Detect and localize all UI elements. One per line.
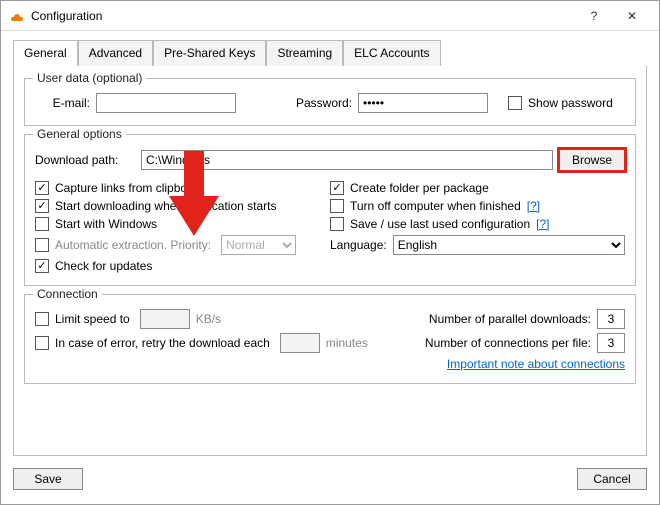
- parallel-downloads-field[interactable]: [597, 309, 625, 329]
- create-folder-label: Create folder per package: [350, 181, 489, 195]
- save-button[interactable]: Save: [13, 468, 83, 490]
- tab-preshared[interactable]: Pre-Shared Keys: [153, 40, 266, 66]
- turnoff-label: Turn off computer when finished: [350, 199, 521, 213]
- minutes-label: minutes: [326, 336, 368, 350]
- password-label: Password:: [296, 96, 352, 110]
- options-right-column: Create folder per package Turn off compu…: [330, 177, 625, 277]
- group-connection: Connection Limit speed to KB/s Number of…: [24, 294, 636, 384]
- start-windows-label: Start with Windows: [55, 217, 157, 231]
- retry-minutes-field: [280, 333, 320, 353]
- limit-speed-field: [140, 309, 190, 329]
- window-title: Configuration: [31, 9, 575, 23]
- titlebar: Configuration ? ✕: [1, 1, 659, 31]
- close-button[interactable]: ✕: [613, 2, 651, 30]
- perfile-label: Number of connections per file:: [425, 336, 591, 350]
- language-label: Language:: [330, 238, 387, 252]
- show-password-label: Show password: [528, 96, 613, 110]
- priority-select: Normal: [221, 235, 296, 255]
- check-updates-label: Check for updates: [55, 259, 152, 273]
- limit-speed-label: Limit speed to: [55, 312, 130, 326]
- email-label: E-mail:: [35, 96, 90, 110]
- password-field[interactable]: [358, 93, 488, 113]
- tab-elc[interactable]: ELC Accounts: [343, 40, 440, 66]
- turnoff-checkbox[interactable]: [330, 199, 344, 213]
- start-downloading-checkbox[interactable]: [35, 199, 49, 213]
- tab-general[interactable]: General: [13, 40, 78, 66]
- saveconfig-help-link[interactable]: [?]: [536, 217, 549, 231]
- retry-label: In case of error, retry the download eac…: [55, 336, 270, 350]
- app-icon: [9, 8, 25, 24]
- legend-general-options: General options: [33, 127, 126, 141]
- turnoff-help-link[interactable]: [?]: [527, 199, 540, 213]
- group-user-data: User data (optional) E-mail: Password: S…: [24, 78, 636, 126]
- start-downloading-label: Start downloading when application start…: [55, 199, 276, 213]
- check-updates-checkbox[interactable]: [35, 259, 49, 273]
- saveconfig-label: Save / use last used configuration: [350, 217, 530, 231]
- options-left-column: Capture links from clipboard Start downl…: [35, 177, 330, 277]
- tab-advanced[interactable]: Advanced: [78, 40, 153, 66]
- start-windows-checkbox[interactable]: [35, 217, 49, 231]
- download-path-field[interactable]: [141, 150, 553, 170]
- show-password-checkbox[interactable]: [508, 96, 522, 110]
- saveconfig-checkbox[interactable]: [330, 217, 344, 231]
- parallel-label: Number of parallel downloads:: [429, 312, 591, 326]
- bottom-bar: Save Cancel: [1, 460, 659, 498]
- connections-per-file-field[interactable]: [597, 333, 625, 353]
- kbs-label: KB/s: [196, 312, 221, 326]
- retry-checkbox[interactable]: [35, 336, 49, 350]
- tabs: General Advanced Pre-Shared Keys Streami…: [13, 40, 647, 67]
- capture-links-checkbox[interactable]: [35, 181, 49, 195]
- limit-speed-checkbox[interactable]: [35, 312, 49, 326]
- group-general-options: General options Download path: Browse Ca…: [24, 134, 636, 286]
- content-area: General Advanced Pre-Shared Keys Streami…: [1, 31, 659, 460]
- auto-extract-label: Automatic extraction. Priority:: [55, 238, 211, 252]
- legend-connection: Connection: [33, 287, 102, 301]
- language-select[interactable]: English: [393, 235, 625, 255]
- auto-extract-checkbox[interactable]: [35, 238, 49, 252]
- legend-user-data: User data (optional): [33, 71, 146, 85]
- tab-streaming[interactable]: Streaming: [266, 40, 343, 66]
- capture-links-label: Capture links from clipboard: [55, 181, 204, 195]
- download-path-label: Download path:: [35, 153, 135, 167]
- email-field[interactable]: [96, 93, 236, 113]
- tab-page-general: User data (optional) E-mail: Password: S…: [13, 66, 647, 456]
- create-folder-checkbox[interactable]: [330, 181, 344, 195]
- browse-button[interactable]: Browse: [559, 149, 625, 171]
- help-button[interactable]: ?: [575, 2, 613, 30]
- connections-note-link[interactable]: Important note about connections: [447, 357, 625, 371]
- cancel-button[interactable]: Cancel: [577, 468, 647, 490]
